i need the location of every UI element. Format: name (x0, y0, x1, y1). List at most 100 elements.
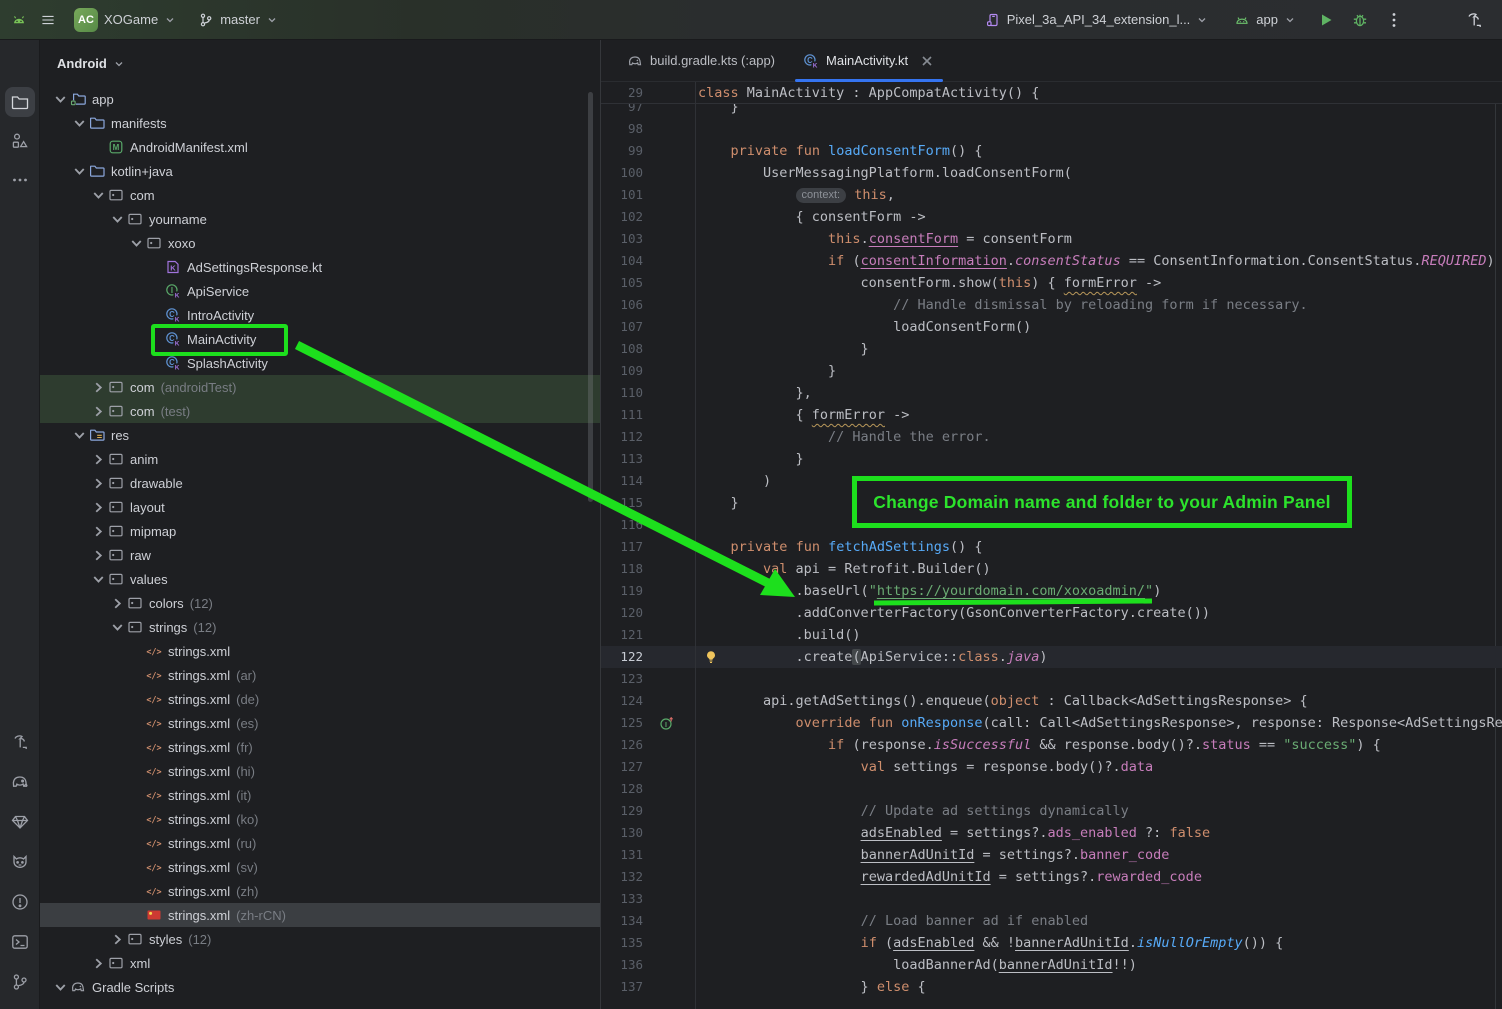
code-line-109[interactable]: 109 } (601, 360, 1502, 382)
tree-item-yourname[interactable]: yourname (40, 207, 600, 231)
code-line-122[interactable]: 122 .create(ApiService::class.java) (601, 646, 1502, 668)
tree-item-com[interactable]: com (40, 183, 600, 207)
project-view-selector[interactable]: Android (40, 40, 600, 87)
tree-item-adsettingsresponse-kt[interactable]: KAdSettingsResponse.kt (40, 255, 600, 279)
vcs-branch-widget[interactable]: master (192, 8, 284, 32)
chevron-down-icon[interactable] (71, 115, 88, 132)
chevron-right-icon[interactable] (90, 403, 107, 420)
logcat-tool-button[interactable] (5, 847, 35, 877)
code-line-119[interactable]: 119 .baseUrl("https://yourdomain.com/xox… (601, 580, 1502, 602)
tree-item-kotlin-java[interactable]: kotlin+java (40, 159, 600, 183)
tree-item-mainactivity[interactable]: CKMainActivity (40, 327, 600, 351)
code-line-135[interactable]: 135 if (adsEnabled && !bannerAdUnitId.is… (601, 932, 1502, 954)
code-line-128[interactable]: 128 (601, 778, 1502, 800)
code-line-102[interactable]: 102 { consentForm -> (601, 206, 1502, 228)
tree-item-com-androidtest[interactable]: com(androidTest) (40, 375, 600, 399)
code-line-136[interactable]: 136 loadBannerAd(bannerAdUnitId!!) (601, 954, 1502, 976)
code-line-113[interactable]: 113 } (601, 448, 1502, 470)
build-tools-icon[interactable] (1464, 10, 1484, 30)
tree-item-layout[interactable]: layout (40, 495, 600, 519)
chevron-right-icon[interactable] (109, 595, 126, 612)
more-tool-windows-button[interactable] (5, 165, 35, 195)
code-line-124[interactable]: 124 api.getAdSettings().enqueue(object :… (601, 690, 1502, 712)
device-selector[interactable]: Pixel_3a_API_34_extension_l... (979, 8, 1215, 32)
tree-item-res[interactable]: res (40, 423, 600, 447)
code-line-101[interactable]: 101 context: this, (601, 184, 1502, 206)
tree-item-gradle-scripts[interactable]: Gradle Scripts (40, 975, 600, 999)
chevron-down-icon[interactable] (52, 979, 69, 996)
tree-item-strings-xml-es[interactable]: </>strings.xml(es) (40, 711, 600, 735)
tree-item-splashactivity[interactable]: CKSplashActivity (40, 351, 600, 375)
tab-mainactivity-kt[interactable]: CKMainActivity.kt (789, 40, 949, 81)
version-control-tool-button[interactable] (5, 967, 35, 997)
tree-item-xoxo[interactable]: xoxo (40, 231, 600, 255)
project-widget[interactable]: AC XOGame (68, 4, 182, 36)
problems-tool-button[interactable] (5, 887, 35, 917)
chevron-right-icon[interactable] (90, 475, 107, 492)
tree-item-strings-xml-de[interactable]: </>strings.xml(de) (40, 687, 600, 711)
code-line-120[interactable]: 120 .addConverterFactory(GsonConverterFa… (601, 602, 1502, 624)
chevron-down-icon[interactable] (52, 91, 69, 108)
tree-item-drawable[interactable]: drawable (40, 471, 600, 495)
code-line-106[interactable]: 106 // Handle dismissal by reloading for… (601, 294, 1502, 316)
code-line-108[interactable]: 108 } (601, 338, 1502, 360)
chevron-right-icon[interactable] (90, 451, 107, 468)
tree-item-com-test[interactable]: com(test) (40, 399, 600, 423)
chevron-down-icon[interactable] (128, 235, 145, 252)
tree-item-mipmap[interactable]: mipmap (40, 519, 600, 543)
chevron-down-icon[interactable] (90, 187, 107, 204)
tree-item-strings-xml-hi[interactable]: </>strings.xml(hi) (40, 759, 600, 783)
code-line-134[interactable]: 134 // Load banner ad if enabled (601, 910, 1502, 932)
tree-item-app[interactable]: app (40, 87, 600, 111)
code-line-116[interactable]: 116 (601, 514, 1502, 536)
tree-item-raw[interactable]: raw (40, 543, 600, 567)
debug-button[interactable] (1350, 10, 1370, 30)
chevron-right-icon[interactable] (90, 955, 107, 972)
code-line-126[interactable]: 126 if (response.isSuccessful && respons… (601, 734, 1502, 756)
chevron-down-icon[interactable] (71, 427, 88, 444)
code-line-111[interactable]: 111 { formError -> (601, 404, 1502, 426)
code-line-123[interactable]: 123 (601, 668, 1502, 690)
code-line-129[interactable]: 129 // Update ad settings dynamically (601, 800, 1502, 822)
tree-item-strings-xml-ru[interactable]: </>strings.xml(ru) (40, 831, 600, 855)
project-tool-button[interactable] (5, 87, 35, 117)
code-line-103[interactable]: 103 this.consentForm = consentForm (601, 228, 1502, 250)
code-line-121[interactable]: 121 .build() (601, 624, 1502, 646)
tree-item-strings-xml-it[interactable]: </>strings.xml(it) (40, 783, 600, 807)
terminal-tool-button[interactable] (5, 927, 35, 957)
code-line-114[interactable]: 114 ) (601, 470, 1502, 492)
code-line-115[interactable]: 115 } (601, 492, 1502, 514)
code-line-132[interactable]: 132 rewardedAdUnitId = settings?.rewarde… (601, 866, 1502, 888)
tree-item-manifests[interactable]: manifests (40, 111, 600, 135)
code-line-133[interactable]: 133 (601, 888, 1502, 910)
code-line-110[interactable]: 110 }, (601, 382, 1502, 404)
chevron-down-icon[interactable] (109, 211, 126, 228)
code-line-137[interactable]: 137 } else { (601, 976, 1502, 998)
tree-item-values[interactable]: values (40, 567, 600, 591)
code-line-107[interactable]: 107 loadConsentForm() (601, 316, 1502, 338)
tree-item-strings-xml-fr[interactable]: </>strings.xml(fr) (40, 735, 600, 759)
tree-item-strings-xml-ar[interactable]: </>strings.xml(ar) (40, 663, 600, 687)
tab-build-gradle-kts-app-[interactable]: build.gradle.kts (:app) (613, 40, 789, 81)
overriding-method-gutter-icon[interactable]: I (659, 715, 675, 731)
tree-scrollbar-thumb[interactable] (588, 92, 593, 502)
code-line-100[interactable]: 100 UserMessagingPlatform.loadConsentFor… (601, 162, 1502, 184)
code-line-125[interactable]: 125 override fun onResponse(call: Call<A… (601, 712, 1502, 734)
tree-item-strings-xml[interactable]: </>strings.xml (40, 639, 600, 663)
tree-item-strings-xml-ko[interactable]: </>strings.xml(ko) (40, 807, 600, 831)
code-line-118[interactable]: 118 val api = Retrofit.Builder() (601, 558, 1502, 580)
chevron-down-icon[interactable] (109, 619, 126, 636)
tree-item-strings-12[interactable]: strings(12) (40, 615, 600, 639)
code-line-117[interactable]: 117 private fun fetchAdSettings() { (601, 536, 1502, 558)
code-line-112[interactable]: 112 // Handle the error. (601, 426, 1502, 448)
code-line-99[interactable]: 99 private fun loadConsentForm() { (601, 140, 1502, 162)
resource-manager-tool-button[interactable] (5, 126, 35, 156)
sticky-code-line[interactable]: 29class MainActivity : AppCompatActivity… (601, 82, 1502, 104)
run-button[interactable] (1316, 10, 1336, 30)
tree-item-apiservice[interactable]: IKApiService (40, 279, 600, 303)
tree-item-styles-12[interactable]: styles(12) (40, 927, 600, 951)
gradle-tool-button[interactable] (5, 767, 35, 797)
code-line-127[interactable]: 127 val settings = response.body()?.data (601, 756, 1502, 778)
tree-item-androidmanifest-xml[interactable]: MAndroidManifest.xml (40, 135, 600, 159)
main-menu-icon[interactable] (38, 10, 58, 30)
